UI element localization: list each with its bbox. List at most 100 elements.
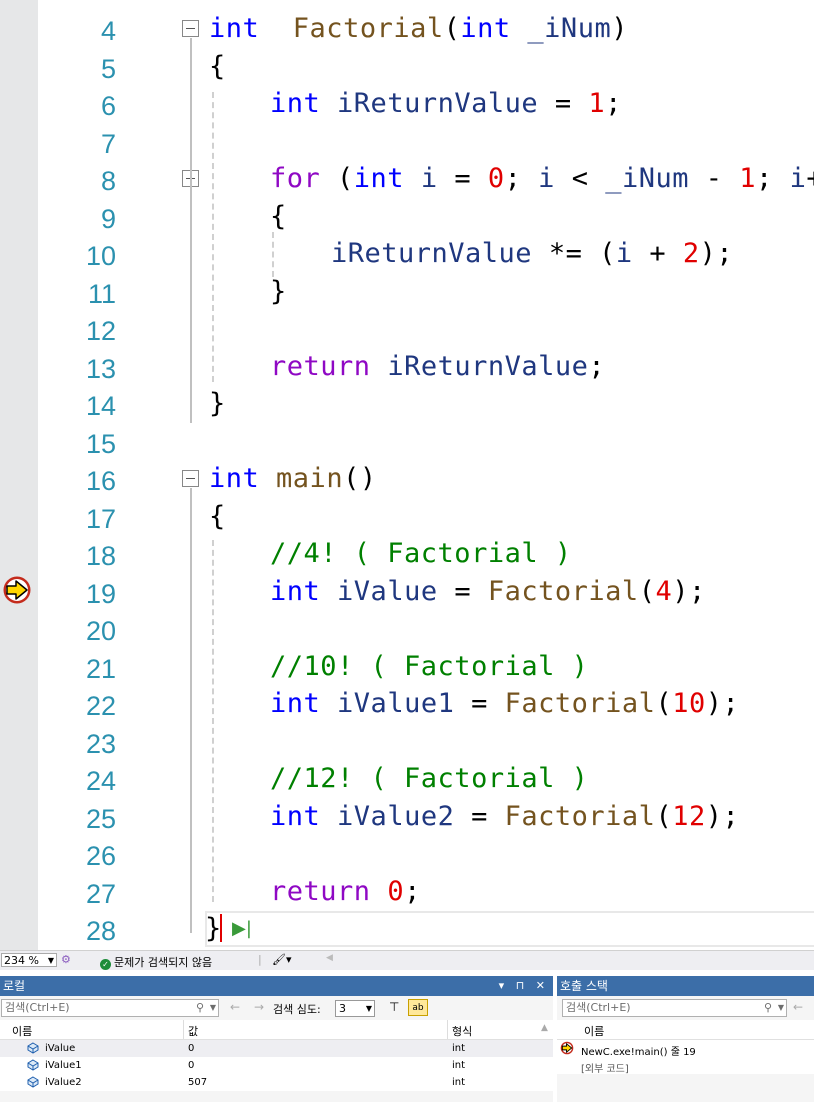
pane-controls[interactable]: ▾ ⊓ ✕: [499, 976, 549, 996]
code-token: i: [615, 238, 633, 269]
code-line[interactable]: 5{: [0, 50, 814, 87]
callstack-rows: NewC.exe!main() 줄 19 [외부 코드]: [557, 1040, 814, 1075]
code-line[interactable]: 20: [0, 612, 814, 649]
local-value[interactable]: 0: [188, 1043, 194, 1054]
code-line[interactable]: 17 {: [0, 500, 814, 537]
table-row[interactable]: iValue2 507 int: [0, 1074, 553, 1091]
code-token: (: [655, 800, 673, 832]
line-number: 6: [100, 91, 116, 121]
line-number: 5: [100, 53, 116, 84]
chevron-down-icon[interactable]: ▼: [778, 1000, 784, 1016]
code-text: }: [270, 276, 287, 307]
code-token: iReturnValue: [337, 88, 539, 119]
column-divider[interactable]: [447, 1020, 448, 1039]
code-text: int iValue = Factorial(4);: [270, 576, 706, 607]
chevron-down-icon[interactable]: ▼: [210, 1000, 216, 1016]
text-caret: [220, 914, 222, 942]
locals-column-header: 이름 값 형식 ▲: [0, 1020, 553, 1040]
code-line[interactable]: 6 int iReturnValue = 1;: [0, 87, 814, 124]
code-line[interactable]: 22 int iValue1 = Factorial(10);: [0, 687, 814, 724]
separator: |: [258, 953, 262, 966]
local-value[interactable]: 507: [188, 1077, 207, 1088]
column-name[interactable]: 이름: [12, 1023, 32, 1039]
column-value[interactable]: 값: [188, 1023, 198, 1039]
code-line[interactable]: 14}: [0, 387, 814, 424]
current-frame-arrow-icon: [560, 1041, 574, 1055]
code-line[interactable]: 10 iReturnValue *= (i + 2);: [0, 237, 814, 274]
table-row[interactable]: iValue 0 int: [0, 1040, 553, 1057]
scroll-up-icon[interactable]: ▲: [536, 1023, 553, 1033]
health-icon[interactable]: ⚙: [61, 953, 71, 966]
code-token: for: [270, 163, 321, 194]
code-token: -: [689, 163, 740, 194]
code-editor[interactable]: 4 int Factorial(int _iNum) 5{6 int iReturnV…: [0, 0, 814, 950]
code-line[interactable]: 23: [0, 725, 814, 762]
code-line[interactable]: 26: [0, 837, 814, 874]
line-number: 26: [85, 841, 116, 871]
list-item[interactable]: NewC.exe!main() 줄 19: [557, 1040, 814, 1058]
back-arrow-icon[interactable]: ←: [230, 1000, 240, 1014]
callstack-header[interactable]: 호출 스택: [557, 976, 814, 996]
code-text: return 0;: [270, 876, 421, 907]
code-token: int: [209, 463, 260, 494]
pin-icon[interactable]: ⊤: [389, 1000, 399, 1014]
code-line[interactable]: 16 int main(): [0, 462, 814, 499]
column-type[interactable]: 형식: [452, 1023, 472, 1039]
code-line[interactable]: 21 //10! ( Factorial ): [0, 650, 814, 687]
list-item[interactable]: [외부 코드]: [557, 1057, 814, 1075]
back-arrow-icon[interactable]: ←: [793, 1000, 803, 1014]
code-token: =: [454, 688, 505, 719]
code-line[interactable]: 18 //4! ( Factorial ): [0, 537, 814, 574]
code-line[interactable]: 25 int iValue2 = Factorial(12);: [0, 800, 814, 837]
code-token: (): [343, 463, 377, 494]
scroll-left-icon[interactable]: ◀: [326, 953, 333, 963]
run-to-click-icon[interactable]: ▶|: [232, 918, 252, 939]
code-token: (: [320, 163, 354, 194]
code-token: int: [270, 688, 321, 719]
code-token: ;: [404, 875, 421, 907]
chevron-down-icon: ▼: [365, 1004, 372, 1013]
code-text: int iReturnValue = 1;: [270, 88, 622, 119]
search-icon[interactable]: ⚲: [196, 1000, 204, 1016]
check-icon: ✓: [100, 959, 111, 970]
code-token: int: [209, 13, 260, 44]
column-divider[interactable]: [183, 1020, 184, 1039]
code-line[interactable]: 12: [0, 312, 814, 349]
search-icon[interactable]: ⚲: [764, 1000, 772, 1016]
code-token: return: [270, 350, 371, 382]
code-line[interactable]: 15: [0, 425, 814, 462]
code-line[interactable]: 27 return 0;: [0, 875, 814, 912]
code-line[interactable]: 9{: [0, 200, 814, 237]
depth-select[interactable]: 3 ▼: [335, 1000, 375, 1017]
line-number: 16: [85, 466, 116, 496]
forward-arrow-icon[interactable]: →: [254, 1000, 264, 1014]
variable-icon: [27, 1042, 39, 1054]
code-line[interactable]: 13 return iReturnValue;: [0, 350, 814, 387]
code-token: Factorial: [292, 13, 444, 44]
hex-display-icon[interactable]: ab: [408, 999, 428, 1016]
local-value[interactable]: 0: [188, 1060, 194, 1071]
code-line[interactable]: 7: [0, 125, 814, 162]
cleanup-brush-icon[interactable]: 🖌▾: [272, 953, 292, 966]
code-line[interactable]: 19 int iValue = Factorial(4);: [0, 575, 814, 612]
code-text: {: [270, 201, 287, 232]
locals-header[interactable]: 로컬 ▾ ⊓ ✕: [0, 976, 553, 996]
table-row[interactable]: iValue1 0 int: [0, 1057, 553, 1074]
code-text: return iReturnValue;: [270, 351, 605, 382]
code-line[interactable]: 11}: [0, 275, 814, 312]
code-token: 1: [739, 163, 757, 194]
code-line[interactable]: 4 int Factorial(int _iNum): [0, 12, 814, 49]
issues-status[interactable]: ✓ 문제가 검색되지 않음: [100, 954, 212, 970]
column-name[interactable]: 이름: [584, 1023, 604, 1039]
line-number: 13: [85, 353, 116, 384]
code-line[interactable]: 24 //12! ( Factorial ): [0, 762, 814, 799]
code-line[interactable]: 8for (int i = 0; i < _iNum - 1; i++): [0, 162, 814, 199]
locals-search-input[interactable]: 검색(Ctrl+E) ⚲ ▼: [1, 999, 219, 1017]
callstack-search-input[interactable]: 검색(Ctrl+E) ⚲ ▼: [562, 999, 787, 1017]
zoom-dropdown[interactable]: 234 % ▼: [1, 953, 57, 967]
